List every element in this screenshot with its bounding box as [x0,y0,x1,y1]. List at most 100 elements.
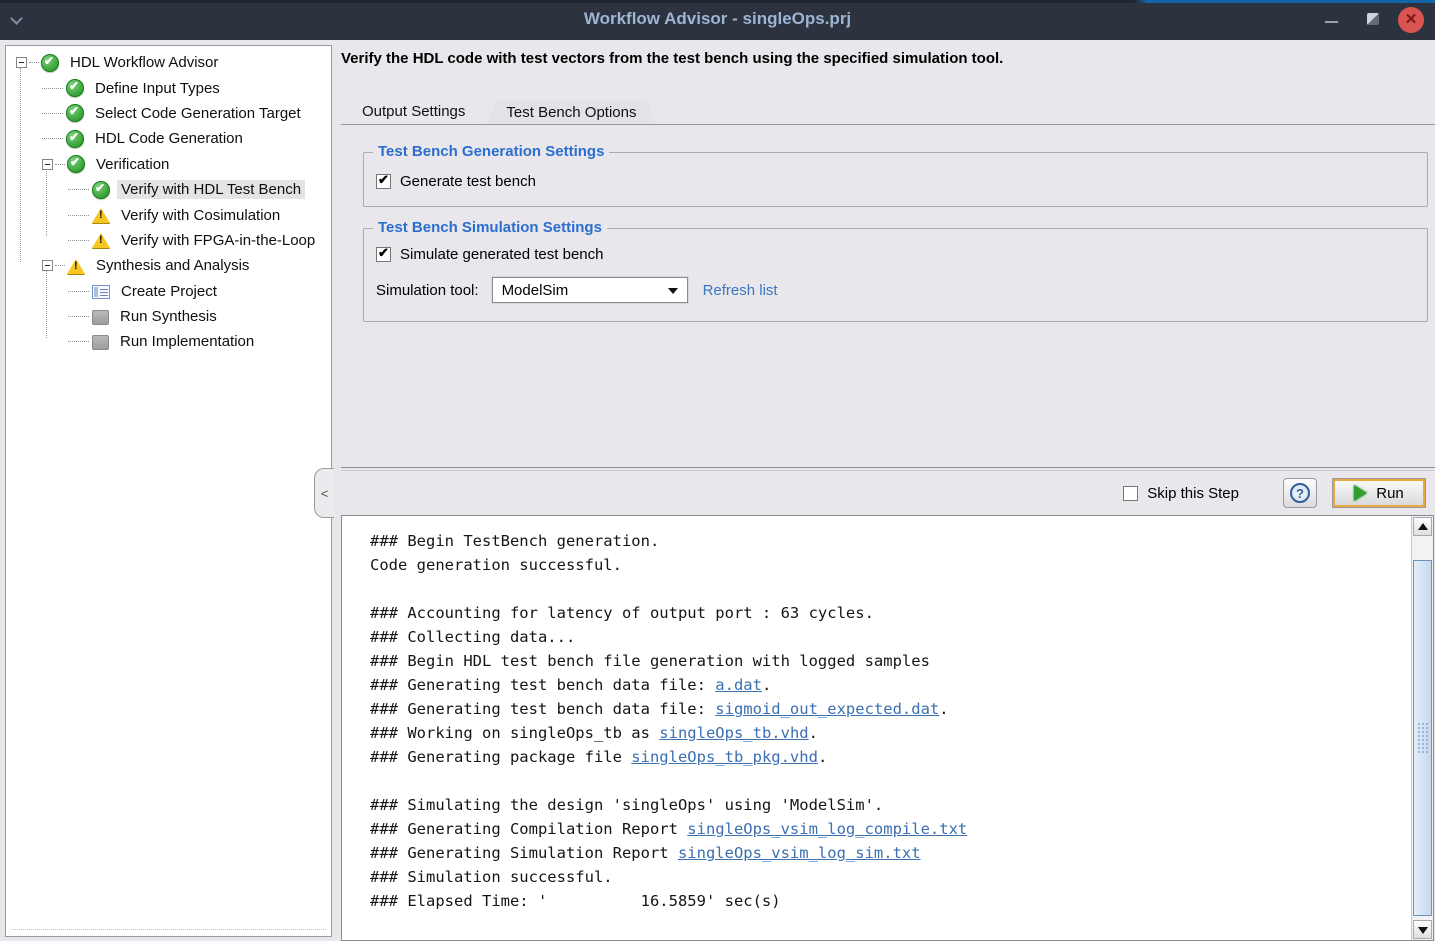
tree-connector [68,189,89,190]
log-line [370,577,1410,601]
warning-icon [67,257,85,275]
check-icon [66,130,84,148]
pending-icon [92,310,109,325]
generate-test-bench-checkbox[interactable] [376,174,391,189]
log-text: ### Accounting for latency of output por… [370,604,874,622]
tree-item-hdl-workflow-advisor[interactable]: HDL Workflow Advisor [6,50,331,75]
run-button[interactable]: Run [1332,478,1426,508]
tree-item-run-synthesis[interactable]: Run Synthesis [6,304,331,329]
help-icon: ? [1290,483,1310,503]
log-link[interactable]: sigmoid_out_expected.dat [715,700,939,718]
tab-label: Test Bench Options [506,104,636,121]
tree-expander-icon[interactable] [42,159,53,170]
run-button-label: Run [1376,485,1404,502]
tree-item-select-code-generation-target[interactable]: Select Code Generation Target [6,101,331,126]
tree-item-hdl-code-generation[interactable]: HDL Code Generation [6,126,331,151]
simulation-tool-label: Simulation tool: [376,282,479,299]
tree-connector [68,240,89,241]
tree-connector [42,138,63,139]
simulation-tool-value: ModelSim [502,282,569,299]
log-line: ### Accounting for latency of output por… [370,601,1410,625]
scroll-up-icon[interactable] [1413,517,1432,536]
tree-item-label: Create Project [117,282,221,301]
log-link[interactable]: singleOps_tb_pkg.vhd [631,748,818,766]
restore-icon[interactable] [1367,13,1379,25]
group-test-bench-simulation-settings: Test Bench Simulation Settings Simulate … [363,228,1428,322]
tab-bar: Output Settings Test Bench Options [343,98,658,124]
help-button[interactable]: ? [1283,478,1317,508]
skip-this-step-checkbox[interactable] [1123,486,1138,501]
tree-item-create-project[interactable]: Create Project [6,279,331,304]
log-line: ### Collecting data... [370,625,1410,649]
tree-item-label: HDL Code Generation [91,129,247,148]
tab-output-settings[interactable]: Output Settings [343,98,484,124]
check-icon [66,79,84,97]
tree-item-label: Verification [92,155,173,174]
log-line [370,769,1410,793]
tree-connector [68,341,89,342]
log-line: ### Begin HDL test bench file generation… [370,649,1410,673]
check-icon [92,181,110,199]
tree-item-define-input-types[interactable]: Define Input Types [6,75,331,100]
tree-item-verify-with-cosimulation[interactable]: Verify with Cosimulation [6,202,331,227]
tab-label: Output Settings [362,103,465,120]
scrollbar-thumb[interactable] [1413,560,1432,916]
simulate-generated-test-bench-checkbox[interactable] [376,247,391,262]
log-link[interactable]: singleOps_tb.vhd [659,724,808,742]
horizontal-divider [341,467,1435,471]
log-line: Code generation successful. [370,553,1410,577]
check-icon [41,54,59,72]
log-link[interactable]: singleOps_vsim_log_compile.txt [687,820,967,838]
tree-item-verify-with-fpga-in-the-loop[interactable]: Verify with FPGA-in-the-Loop [6,228,331,253]
tree-item-label: Run Synthesis [116,307,221,326]
tree-connector [29,62,39,63]
tree-expander-icon[interactable] [16,57,27,68]
log-text: . [818,748,827,766]
step-instruction: Verify the HDL code with test vectors fr… [341,50,1003,67]
tree-item-verify-with-hdl-test-bench[interactable]: Verify with HDL Test Bench [6,177,331,202]
log-text: . [809,724,818,742]
simulation-tool-dropdown[interactable]: ModelSim [492,277,688,303]
tree-item-label: Select Code Generation Target [91,104,305,123]
log-line: ### Working on singleOps_tb as singleOps… [370,721,1410,745]
splitter-collapse-button[interactable]: < [314,468,334,518]
titlebar: Workflow Advisor - singleOps.prj ✕ [0,0,1435,40]
tree-connector [68,291,89,292]
log-output: ### Begin TestBench generation.Code gene… [342,516,1410,940]
tree-item-run-implementation[interactable]: Run Implementation [6,329,331,354]
workflow-tree: HDL Workflow AdvisorDefine Input Types Se… [6,46,331,355]
tree-item-label: Verify with HDL Test Bench [117,180,305,199]
tree-connector [68,215,89,216]
log-text: ### Elapsed Time: ' 16.5859' sec(s) [370,892,781,910]
log-link[interactable]: singleOps_vsim_log_sim.txt [678,844,921,862]
log-text: . [939,700,948,718]
log-text: ### Generating Compilation Report [370,820,687,838]
tree-expander-icon[interactable] [42,260,53,271]
group-title: Test Bench Generation Settings [373,143,609,160]
tree-item-label: Verify with Cosimulation [117,206,284,225]
tree-connector [55,265,65,266]
log-text: . [762,676,771,694]
scroll-down-icon[interactable] [1413,920,1432,939]
close-icon[interactable]: ✕ [1398,7,1424,33]
group-title: Test Bench Simulation Settings [373,219,607,236]
log-text: ### Generating test bench data file: [370,700,715,718]
log-line: ### Simulating the design 'singleOps' us… [370,793,1410,817]
log-link[interactable]: a.dat [715,676,762,694]
step-toolbar: Skip this Step ? Run [1123,476,1426,510]
check-icon [67,155,85,173]
tree-item-verification[interactable]: Verification [6,152,331,177]
log-line: ### Elapsed Time: ' 16.5859' sec(s) [370,889,1410,913]
refresh-list-link[interactable]: Refresh list [703,282,778,299]
tree-item-label: Run Implementation [116,332,258,351]
tree-item-label: Synthesis and Analysis [92,256,253,275]
vertical-scrollbar[interactable] [1411,516,1433,940]
warning-icon [92,206,110,224]
tree-item-label: Verify with FPGA-in-the-Loop [117,231,319,250]
minimize-icon[interactable] [1325,21,1338,23]
log-line: ### Simulation successful. [370,865,1410,889]
log-text: ### Collecting data... [370,628,575,646]
tree-item-synthesis-and-analysis[interactable]: Synthesis and Analysis [6,253,331,278]
tab-test-bench-options[interactable]: Test Bench Options [487,100,655,124]
play-icon [1354,485,1367,501]
